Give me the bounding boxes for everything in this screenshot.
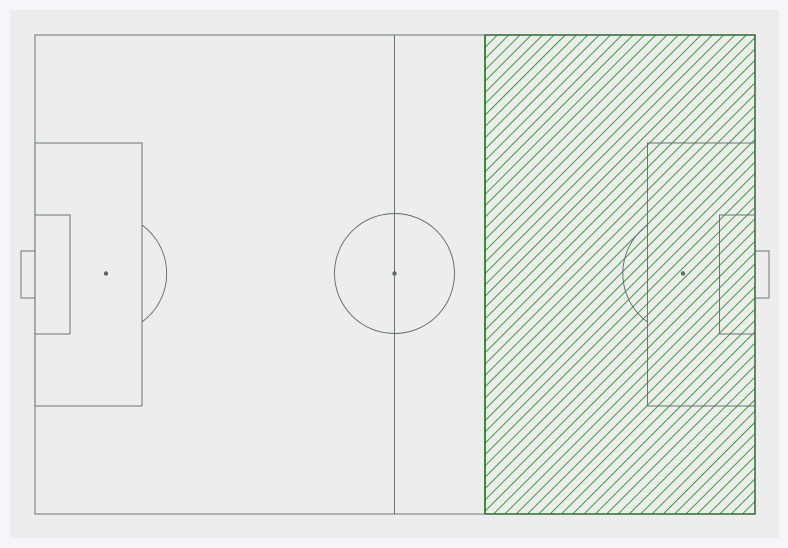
right-penalty-spot	[680, 271, 686, 276]
highlighted-zone	[484, 34, 756, 515]
centre-spot	[392, 271, 397, 276]
right-goal	[754, 250, 770, 299]
left-penalty-spot	[103, 271, 109, 276]
left-six-yard-box	[34, 214, 71, 335]
left-penalty-arc	[141, 224, 168, 323]
football-pitch	[20, 34, 770, 515]
left-penalty-area	[34, 142, 143, 407]
left-goal	[20, 250, 36, 299]
